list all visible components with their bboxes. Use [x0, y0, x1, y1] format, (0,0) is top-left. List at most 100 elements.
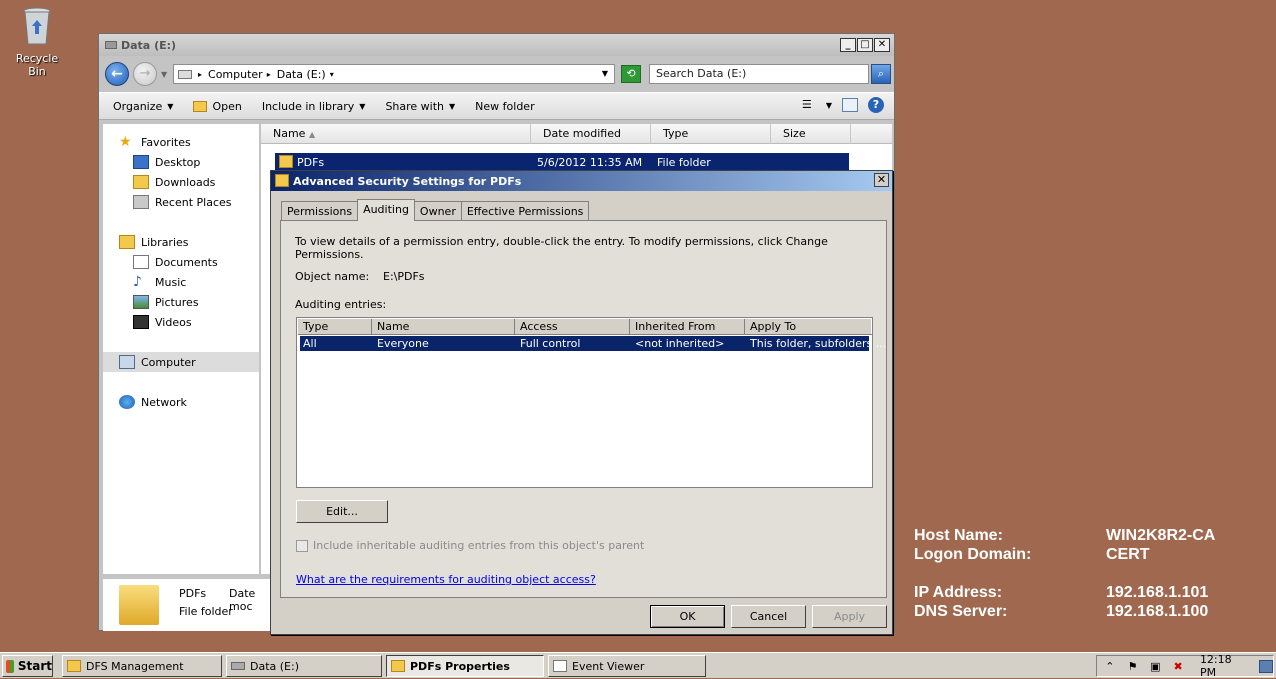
ok-button[interactable]: OK [650, 605, 725, 628]
list-header: Type Name Access Inherited From Apply To [298, 319, 873, 335]
show-desktop-icon[interactable] [1259, 659, 1274, 673]
table-row[interactable]: All Everyone Full control <not inherited… [300, 336, 886, 351]
maximize-button[interactable]: □ [857, 38, 873, 52]
nav-pictures-label: Pictures [155, 295, 199, 309]
volume-muted-icon[interactable]: ✖ [1171, 660, 1185, 673]
explorer-titlebar[interactable]: Data (E:) [99, 34, 894, 56]
include-label: Include in library [261, 99, 355, 113]
desktop-icon [133, 155, 149, 169]
breadcrumb-data-e[interactable]: Data (E:) [277, 68, 326, 81]
entry-type: All [303, 337, 317, 350]
task-data-e[interactable]: Data (E:) [226, 655, 382, 677]
column-date-modified[interactable]: Date modified [531, 124, 651, 144]
nav-downloads[interactable]: Downloads [103, 172, 259, 192]
new-folder-label: New folder [475, 99, 535, 113]
new-folder-button[interactable]: New folder [475, 100, 534, 113]
tab-effective-permissions[interactable]: Effective Permissions [460, 201, 590, 221]
ip-address-label: IP Address: [914, 584, 1003, 601]
nav-recent-places[interactable]: Recent Places [103, 192, 259, 212]
nav-computer[interactable]: Computer [103, 352, 259, 372]
column-type-label: Type [663, 127, 689, 140]
column-name[interactable]: Name ▲ [261, 124, 531, 144]
edit-button[interactable]: Edit... [296, 500, 388, 523]
entry-name: Everyone [377, 337, 429, 350]
nav-videos-label: Videos [155, 315, 192, 329]
organize-menu[interactable]: Organize ▼ [113, 100, 173, 113]
clock[interactable]: 12:18 PM [1200, 653, 1250, 679]
task-pdfs-properties[interactable]: PDFs Properties [386, 655, 544, 677]
chevron-down-icon[interactable]: ▾ [330, 70, 334, 79]
nav-music[interactable]: ♪ Music [103, 272, 259, 292]
inherit-checkbox-row[interactable]: Include inheritable auditing entries fro… [296, 539, 644, 552]
auditing-entries-list[interactable]: Type Name Access Inherited From Apply To… [296, 317, 886, 488]
network-tray-icon[interactable]: ▣ [1148, 660, 1162, 673]
chevron-right-icon[interactable]: ▸ [198, 70, 202, 79]
nav-documents[interactable]: Documents [103, 252, 259, 272]
nav-pictures[interactable]: Pictures [103, 292, 259, 312]
dialog-titlebar[interactable]: Advanced Security Settings for PDFs ✕ [271, 171, 892, 191]
column-type[interactable]: Type [298, 319, 372, 335]
host-name-label: Host Name: [914, 527, 1003, 544]
tab-auditing[interactable]: Auditing [357, 199, 415, 221]
tab-owner[interactable]: Owner [413, 201, 462, 221]
column-size[interactable]: Size [771, 124, 851, 144]
address-bar[interactable]: ▸ Computer ▸ Data (E:) ▾ ▼ [173, 64, 615, 84]
explorer-title: Data (E:) [121, 38, 177, 52]
ip-address-value: 192.168.1.101 [1106, 584, 1209, 601]
minimize-button[interactable]: _ [840, 38, 856, 52]
nav-videos[interactable]: Videos [103, 312, 259, 332]
nav-desktop[interactable]: Desktop [103, 152, 259, 172]
computer-icon [119, 355, 135, 369]
task-pdfs-label: PDFs Properties [410, 659, 510, 673]
chevron-down-icon: ▼ [167, 101, 174, 111]
help-icon[interactable]: ? [868, 97, 884, 113]
sort-up-icon: ▲ [308, 130, 316, 139]
close-button[interactable]: ✕ [874, 173, 889, 187]
column-apply-to[interactable]: Apply To [745, 319, 873, 335]
libraries-icon [119, 235, 135, 249]
open-button[interactable]: Open [193, 100, 242, 113]
column-name[interactable]: Name [372, 319, 515, 335]
view-options-icon[interactable]: ☰ [798, 97, 816, 113]
address-dropdown-icon[interactable]: ▼ [602, 69, 608, 78]
column-inherited-from[interactable]: Inherited From [630, 319, 745, 335]
forward-button[interactable]: → [133, 62, 157, 86]
breadcrumb-computer[interactable]: Computer [208, 68, 263, 81]
close-button[interactable]: ✕ [874, 38, 890, 52]
start-button[interactable]: Start [2, 655, 53, 677]
table-row[interactable]: PDFs 5/6/2012 11:35 AM File folder [275, 153, 849, 171]
nav-network[interactable]: Network [103, 392, 259, 412]
task-dfs-label: DFS Management [86, 659, 184, 673]
dialog-title: Advanced Security Settings for PDFs [293, 174, 522, 188]
logon-domain-label: Logon Domain: [914, 546, 1032, 563]
tab-permissions[interactable]: Permissions [281, 201, 359, 221]
file-date: 5/6/2012 11:35 AM [537, 155, 643, 169]
column-access[interactable]: Access [515, 319, 630, 335]
search-input[interactable]: Search Data (E:) [649, 64, 869, 84]
details-type: File folder [179, 605, 233, 618]
show-hidden-icons-icon[interactable]: ⌃ [1103, 660, 1117, 673]
details-name: PDFs [179, 587, 207, 600]
nav-libraries[interactable]: Libraries [103, 232, 259, 252]
auditing-requirements-link[interactable]: What are the requirements for auditing o… [296, 573, 596, 586]
include-in-library-menu[interactable]: Include in library ▼ [262, 100, 366, 113]
task-event-viewer[interactable]: Event Viewer [548, 655, 706, 677]
share-with-menu[interactable]: Share with ▼ [385, 100, 455, 113]
action-center-flag-icon[interactable]: ⚑ [1126, 660, 1140, 673]
task-dfs-management[interactable]: DFS Management [62, 655, 222, 677]
preview-pane-icon[interactable] [842, 98, 858, 112]
folder-open-icon [193, 100, 208, 112]
cancel-button[interactable]: Cancel [731, 605, 806, 628]
recycle-bin[interactable]: Recycle Bin [6, 6, 68, 78]
column-type[interactable]: Type [651, 124, 771, 144]
refresh-button[interactable]: ⟲ [621, 65, 641, 83]
apply-button[interactable]: Apply [812, 605, 887, 628]
search-icon[interactable]: ⌕ [871, 64, 891, 84]
chevron-right-icon[interactable]: ▸ [267, 70, 271, 79]
chevron-down-icon[interactable]: ▼ [826, 101, 832, 110]
history-dropdown-icon[interactable]: ▼ [161, 70, 167, 79]
navigation-pane: ★ Favorites Desktop Downloads Recent Plac… [103, 124, 259, 574]
back-button[interactable]: ← [105, 62, 129, 86]
nav-favorites[interactable]: ★ Favorites [103, 132, 259, 152]
inherit-checkbox[interactable] [296, 539, 308, 552]
